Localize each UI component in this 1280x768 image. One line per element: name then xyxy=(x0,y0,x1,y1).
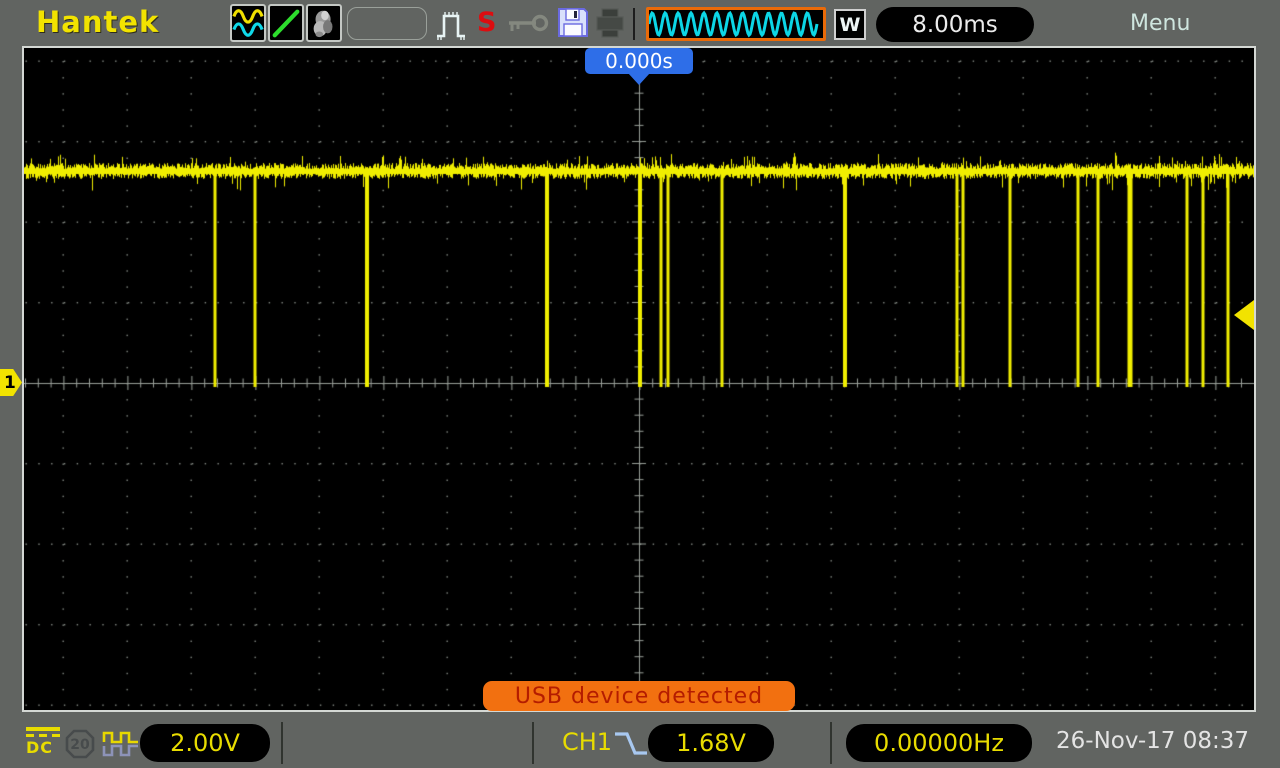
falling-edge-icon xyxy=(615,732,647,755)
sine-burst-icon xyxy=(649,10,819,38)
toolbar-divider xyxy=(633,8,635,40)
floppy-save-icon[interactable] xyxy=(556,6,590,39)
key-icon xyxy=(509,14,549,32)
channel-display-button[interactable] xyxy=(230,4,266,42)
timebase-readout: 8.00ms xyxy=(876,7,1034,42)
hand-print-icon xyxy=(313,10,333,38)
brand-logo: Hantek xyxy=(36,5,160,39)
w-button[interactable]: W xyxy=(834,9,866,40)
frequency-counter-readout: 0.00000Hz xyxy=(846,724,1032,762)
status-banner: USB device detected xyxy=(483,681,795,711)
s-indicator: S xyxy=(477,7,497,38)
svg-text:20: 20 xyxy=(70,737,90,753)
scope-screen: 0.000s USB device detected xyxy=(22,46,1256,712)
square-wave-icon xyxy=(102,731,138,757)
waveform-preview-button[interactable] xyxy=(646,7,826,41)
slope-button[interactable] xyxy=(268,4,304,42)
coupling-icon: DC xyxy=(26,727,62,763)
empty-button-slot xyxy=(347,7,427,40)
time-position-marker[interactable]: 0.000s xyxy=(585,48,693,74)
trigger-source-label: CH1 xyxy=(562,728,613,756)
printer-icon xyxy=(596,8,624,38)
channel1-ground-marker[interactable]: 1 xyxy=(0,369,22,396)
statusbar-divider xyxy=(281,722,283,764)
statusbar-divider xyxy=(532,722,534,764)
green-line-icon xyxy=(272,9,300,38)
scope-canvas xyxy=(24,48,1254,710)
bandwidth-limit-badge: 20 xyxy=(65,729,95,759)
menu-button[interactable]: Menu xyxy=(1130,11,1190,36)
oscilloscope-ui: Hantek S W 8.00ms Menu 0.000s USB device… xyxy=(0,0,1280,768)
dual-wave-icon xyxy=(232,9,264,37)
print-screen-button[interactable] xyxy=(306,4,342,42)
datetime-readout: 26-Nov-17 08:37 xyxy=(1056,728,1249,754)
pulse-icon xyxy=(437,12,465,40)
statusbar-divider xyxy=(830,722,832,764)
volts-per-div-readout: 2.00V xyxy=(140,724,270,762)
time-marker-pointer-icon xyxy=(628,73,650,85)
coupling-label: DC xyxy=(26,738,54,757)
trigger-level-readout: 1.68V xyxy=(648,724,774,762)
